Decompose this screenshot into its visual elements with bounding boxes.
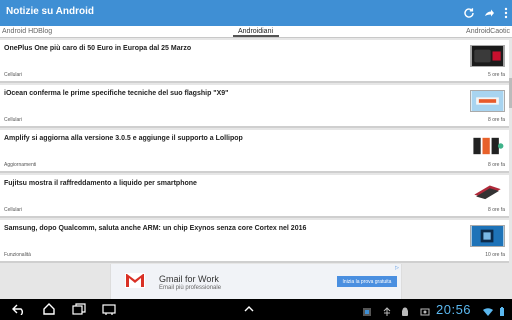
article-title: Samsung, dopo Qualcomm, saluta anche ARM… [4,225,307,232]
home-icon[interactable] [40,302,58,316]
ad-choices-icon[interactable]: ▷ [395,265,399,271]
active-tab-indicator [233,35,279,37]
article-thumbnail [470,225,505,247]
article-time: 8 ore fa [488,207,505,213]
app-bar: Notizie su Android [0,0,512,26]
refresh-icon[interactable] [461,5,477,21]
source-tabs: Android HDBlog Androidiani AndroidCaotic [0,26,512,38]
photo-icon [420,304,430,316]
article-category: Cellulari [4,72,23,78]
article-thumbnail [470,90,505,112]
article-card[interactable]: Amplify si aggiorna alla versione 3.0.5 … [0,130,509,173]
article-time: 5 ore fa [488,72,505,78]
ad-subtitle: Email più professionale [159,285,222,291]
share-icon[interactable] [481,5,497,21]
clock: 20:56 [436,302,472,317]
gmail-logo-icon [125,273,145,288]
article-title: iOcean conferma le prime specifiche tecn… [4,90,229,97]
tab-androidcaotic[interactable]: AndroidCaotic [466,28,510,35]
article-category: Cellulari [4,207,23,213]
article-thumbnail [470,45,505,67]
article-list[interactable]: OnePlus One più caro di 50 Euro in Europ… [0,38,512,264]
recent-apps-icon[interactable] [70,302,88,316]
app-title: Notizie su Android [6,6,94,17]
menu-up-icon[interactable] [240,302,258,316]
article-card[interactable]: OnePlus One più caro di 50 Euro in Europ… [0,40,509,83]
ad-brand: Gmail for Work [159,274,219,284]
tab-androidiani[interactable]: Androidiani [238,28,273,35]
article-title: Amplify si aggiorna alla versione 3.0.5 … [4,135,243,142]
ad-banner[interactable]: Gmail for Work Email più professionale I… [110,264,402,299]
article-card[interactable]: Samsung, dopo Qualcomm, saluta anche ARM… [0,220,509,263]
tab-android-hdblog[interactable]: Android HDBlog [2,28,52,35]
article-category: Funzionalità [4,252,31,258]
back-icon[interactable] [10,302,28,316]
battery-icon [497,304,507,316]
wifi-icon [483,304,493,316]
article-category: Aggiornamenti [4,162,37,168]
article-title: OnePlus One più caro di 50 Euro in Europ… [4,45,192,52]
article-time: 8 ore fa [488,117,505,123]
ad-cta-button[interactable]: Inizia la prova gratuita [337,276,397,287]
system-nav-bar: 20:56 [0,299,512,320]
article-card[interactable]: iOcean conferma le prime specifiche tecn… [0,85,509,128]
article-thumbnail [470,180,505,202]
article-title: Fujitsu mostra il raffreddamento a liqui… [4,180,197,187]
article-card[interactable]: Fujitsu mostra il raffreddamento a liqui… [0,175,509,218]
article-time: 8 ore fa [488,162,505,168]
screenshot-icon[interactable] [100,302,118,316]
article-category: Cellulari [4,117,23,123]
article-thumbnail [470,135,505,157]
android-debug-icon [400,304,410,316]
app-notification-icon [362,304,372,316]
usb-icon [382,304,392,316]
article-time: 10 ore fa [485,252,505,258]
overflow-menu-icon[interactable] [498,5,512,21]
